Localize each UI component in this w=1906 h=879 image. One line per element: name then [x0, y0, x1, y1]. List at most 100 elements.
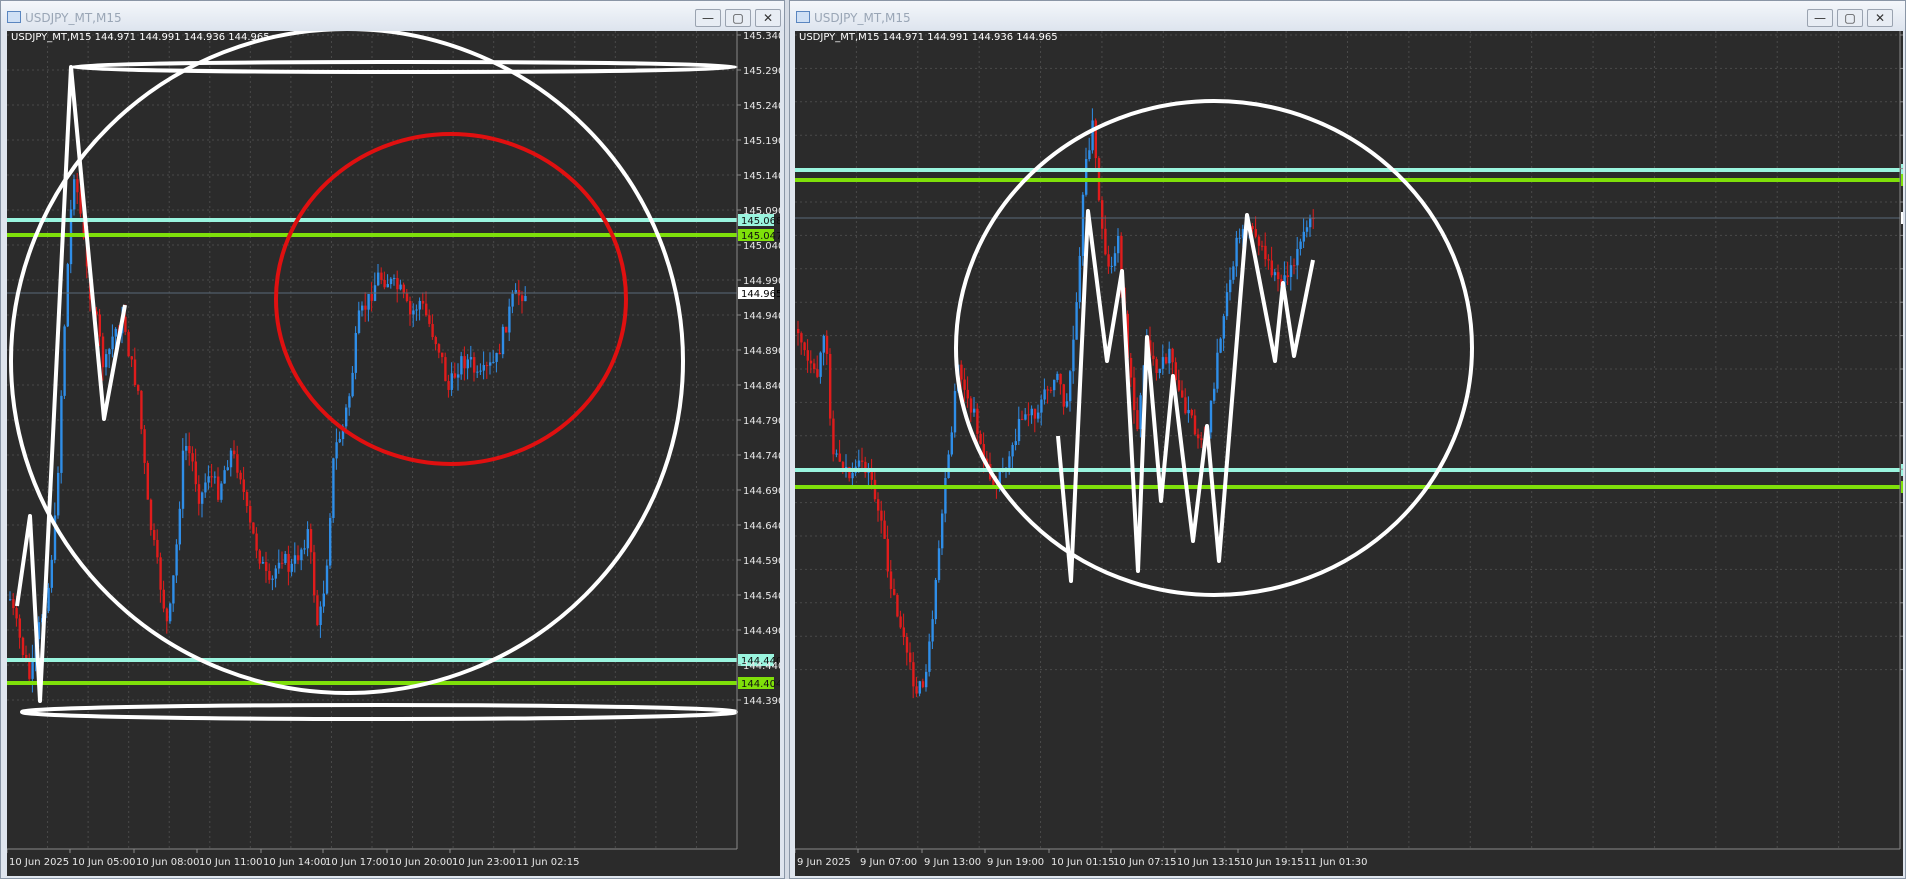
candle-body — [223, 470, 226, 484]
candle-body — [281, 562, 284, 564]
candle-body — [1190, 409, 1193, 416]
price-chart-area[interactable]: 145.068145.047144.965144.440144.404 145.… — [7, 31, 780, 876]
candle-body — [489, 362, 492, 366]
current-price-tag — [1901, 212, 1903, 224]
candle-body — [76, 179, 79, 193]
candle-body — [149, 499, 153, 531]
minimize-button[interactable]: — — [1807, 9, 1833, 27]
chart-window-left[interactable]: USDJPY_MT,M15 — ▢ ✕ 145.068 145.047 144.96… — [0, 0, 785, 879]
time-tick-label: 9 Jun 2025 — [797, 857, 851, 868]
price-tick-label: 144.690 — [743, 486, 780, 497]
candle-body — [361, 305, 364, 311]
minimize-button[interactable]: — — [695, 9, 721, 27]
candle-body — [829, 353, 832, 419]
candle-body — [902, 627, 905, 637]
candle-body — [386, 284, 389, 288]
price-tick-label: 145.140 — [743, 171, 780, 182]
candle-body — [934, 579, 937, 620]
candle-body — [1081, 194, 1085, 256]
candle-body — [912, 662, 915, 687]
price-chart[interactable]: 145.068145.047144.965144.440144.404 145.… — [7, 31, 780, 876]
candle-body — [851, 472, 854, 479]
candle-body — [12, 599, 15, 609]
candle-body — [345, 407, 348, 427]
time-tick-label: 10 Jun 19:15 — [1240, 857, 1304, 868]
candle-body — [947, 454, 950, 479]
candle-body — [918, 681, 921, 694]
price-tick-label: 144.940 — [743, 311, 780, 322]
window-title: USDJPY_MT,M15 — [25, 11, 122, 25]
candle-body — [114, 328, 117, 337]
candle-body — [953, 391, 957, 433]
candle-body — [816, 369, 819, 377]
candle-body — [313, 552, 316, 596]
candle-body — [380, 272, 383, 280]
candle-body — [877, 499, 880, 511]
window-titlebar[interactable]: USDJPY_MT,M15 — ▢ ✕ — [790, 1, 1905, 31]
candle-body — [800, 333, 803, 343]
candle-body — [63, 326, 66, 396]
candle-body — [813, 363, 816, 370]
level-price-tag — [1901, 481, 1903, 493]
candle-body — [508, 306, 511, 333]
candle-body — [18, 618, 21, 638]
candle-body — [133, 359, 137, 385]
candle-body — [1165, 357, 1168, 364]
candle-body — [319, 606, 322, 625]
candle-body — [130, 356, 133, 360]
candle-body — [937, 548, 941, 580]
candle-body — [1193, 415, 1197, 435]
candle-body — [1181, 390, 1184, 398]
candle-body — [1238, 237, 1241, 239]
candle-body — [1232, 266, 1235, 280]
candle-body — [1053, 379, 1056, 391]
price-chart-area[interactable]: 145.068145.047144.965144.440144.404 145.… — [795, 31, 1903, 876]
candle-body — [463, 356, 466, 369]
candle-body — [124, 316, 127, 332]
candle-body — [229, 450, 233, 468]
candle-body — [832, 418, 835, 455]
level-price-label: 145.068 — [741, 216, 780, 227]
chart-window-right[interactable]: USDJPY_MT,M15 — ▢ ✕ 145.068145.047144.96… — [789, 0, 1906, 879]
candle-body — [453, 373, 457, 378]
price-tick-label: 145.340 — [743, 31, 780, 42]
user-drawings — [9, 31, 738, 721]
candle-body — [1046, 389, 1049, 391]
candle-body — [1254, 228, 1257, 237]
candle-body — [1222, 316, 1225, 339]
chart-window-icon — [7, 11, 21, 23]
candle-body — [896, 594, 899, 617]
candle-body — [325, 565, 329, 594]
candle-body — [434, 337, 437, 345]
time-tick-label: 9 Jun 07:00 — [860, 857, 917, 868]
candle-body — [332, 458, 335, 518]
close-button[interactable]: ✕ — [755, 9, 781, 27]
chart-grid — [795, 31, 1900, 849]
candle-body — [1177, 380, 1181, 391]
candle-body — [1293, 265, 1296, 267]
candle-body — [185, 445, 188, 451]
price-chart[interactable]: 145.068145.047144.965144.440144.404 145.… — [795, 31, 1903, 876]
candle-body — [402, 284, 405, 294]
maximize-button[interactable]: ▢ — [725, 9, 751, 27]
candle-body — [1270, 260, 1273, 276]
price-tick-label: 144.790 — [743, 416, 780, 427]
window-titlebar[interactable]: USDJPY_MT,M15 — ▢ ✕ — [1, 1, 784, 31]
time-tick-label: 10 Jun 20:00 — [389, 857, 453, 868]
candle-body — [207, 476, 210, 483]
candle-body — [501, 326, 505, 355]
candle-body — [1129, 357, 1133, 378]
close-button[interactable]: ✕ — [1867, 9, 1893, 27]
candle-body — [309, 529, 313, 553]
candle-body — [335, 442, 338, 459]
candle-body — [444, 357, 447, 382]
candle-body — [73, 179, 76, 210]
candle-body — [505, 326, 508, 333]
candle-body — [28, 660, 31, 679]
large-white-ellipse — [9, 31, 685, 695]
maximize-button[interactable]: ▢ — [1837, 9, 1863, 27]
candle-body — [188, 445, 191, 454]
candle-body — [1043, 389, 1046, 400]
candle-body — [966, 389, 969, 399]
time-tick-label: 11 Jun 02:15 — [516, 857, 580, 868]
